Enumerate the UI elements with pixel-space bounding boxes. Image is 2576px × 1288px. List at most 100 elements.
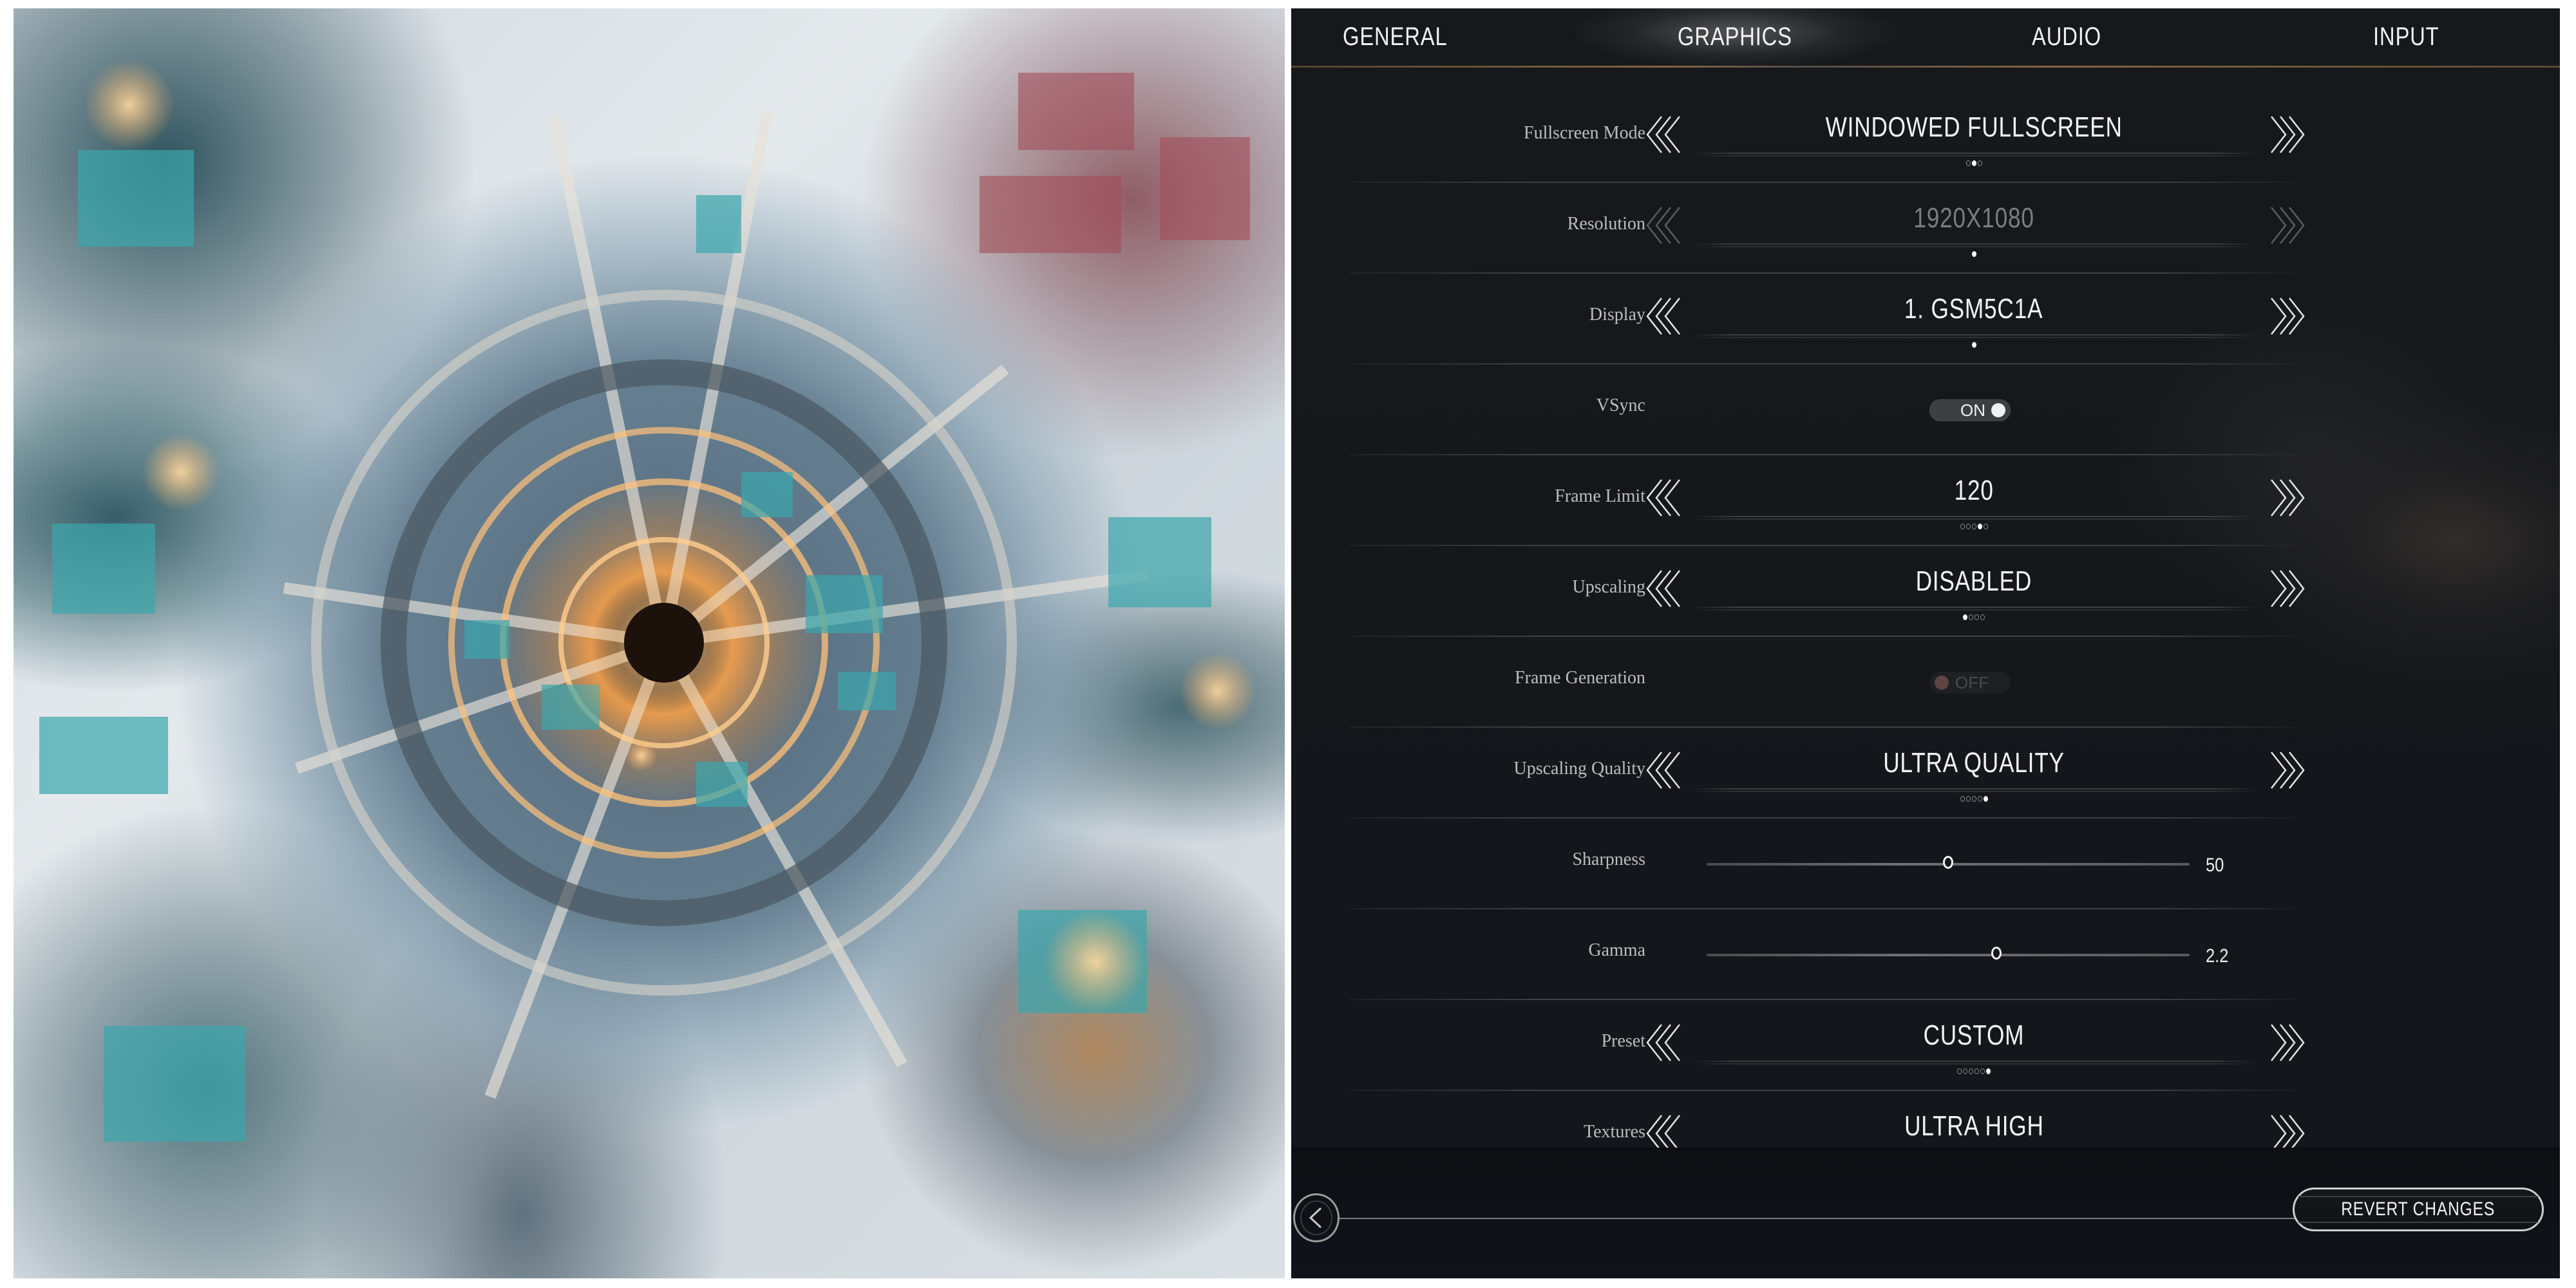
option-dot xyxy=(1960,524,1965,529)
setting-value: 1. GSM5C1A xyxy=(1904,293,2043,325)
toggle-knob xyxy=(1991,403,2005,417)
double-chevron-left-icon[interactable] xyxy=(1642,1114,1687,1148)
setting-row-upscaling-quality: Upscaling Quality ULTRA QUALITY xyxy=(1349,728,2315,819)
setting-value: CUSTOM xyxy=(1923,1019,2025,1051)
setting-value: ULTRA QUALITY xyxy=(1883,747,2065,779)
option-dot xyxy=(1965,524,1971,529)
footer-divider xyxy=(1340,1218,2302,1219)
settings-list[interactable]: Fullscreen Mode WINDOWED FULLSCREEN Reso… xyxy=(1291,92,2560,1148)
value-underline xyxy=(1690,334,2257,338)
back-button[interactable] xyxy=(1293,1193,1340,1242)
slider-value: 50 xyxy=(2206,855,2224,876)
setting-row-frame-limit: Frame Limit 120 xyxy=(1349,455,2315,546)
setting-label: VSync xyxy=(1596,395,1645,415)
setting-row-textures: Textures ULTRA HIGH xyxy=(1349,1091,2315,1148)
settings-footer: REVERT CHANGES xyxy=(1291,1148,2560,1278)
option-dot-selected xyxy=(1986,1068,1991,1074)
setting-label: Resolution xyxy=(1567,214,1645,234)
double-chevron-right-icon[interactable] xyxy=(2264,297,2309,336)
slider-thumb[interactable] xyxy=(1943,856,1953,869)
generator-core xyxy=(624,603,704,683)
value-underline xyxy=(1690,1061,2257,1065)
settings-panel: GENERAL GRAPHICS AUDIO INPUT Fullscreen … xyxy=(1291,8,2560,1278)
double-chevron-right-icon[interactable] xyxy=(2264,115,2309,154)
value-underline xyxy=(1690,153,2257,156)
double-chevron-right-icon[interactable] xyxy=(2264,751,2309,790)
aerial-city-artwork xyxy=(14,8,1285,1278)
setting-label: Frame Generation xyxy=(1515,668,1645,688)
setting-label: Frame Limit xyxy=(1555,486,1645,506)
double-chevron-left-icon[interactable] xyxy=(1642,297,1687,336)
option-dot-selected xyxy=(1977,524,1982,529)
tab-audio[interactable]: AUDIO xyxy=(2032,23,2101,52)
settings-tabs: GENERAL GRAPHICS AUDIO INPUT xyxy=(1291,8,2560,68)
option-dot xyxy=(1965,796,1971,802)
toggle-state-label: ON xyxy=(1960,401,1985,420)
gamma-slider[interactable] xyxy=(1707,947,2190,960)
option-dot xyxy=(1980,1068,1985,1074)
value-underline xyxy=(1690,607,2257,611)
setting-row-resolution: Resolution 1920X1080 xyxy=(1349,183,2315,274)
option-dot-selected xyxy=(1983,796,1988,802)
option-dot xyxy=(1971,796,1976,802)
setting-row-upscaling: Upscaling DISABLED xyxy=(1349,546,2315,637)
setting-label: Textures xyxy=(1583,1122,1645,1142)
setting-label: Display xyxy=(1589,305,1645,325)
option-dot xyxy=(1957,1068,1962,1074)
city-map-illustration xyxy=(39,60,1256,1142)
revert-changes-label: REVERT CHANGES xyxy=(2341,1198,2496,1220)
slider-value: 2.2 xyxy=(2206,945,2229,967)
setting-value: ULTRA HIGH xyxy=(1904,1110,2044,1142)
double-chevron-right-icon xyxy=(2264,206,2309,245)
option-dots xyxy=(1690,524,2257,529)
value-underline xyxy=(1690,516,2257,520)
double-chevron-left-icon[interactable] xyxy=(1642,751,1687,790)
option-dot xyxy=(1963,1068,1967,1074)
value-underline xyxy=(1690,788,2257,792)
sharpness-slider[interactable] xyxy=(1707,856,2190,869)
double-chevron-left-icon[interactable] xyxy=(1642,1023,1687,1062)
option-dots xyxy=(1690,796,2257,802)
double-chevron-right-icon[interactable] xyxy=(2264,569,2309,608)
double-chevron-left-icon[interactable] xyxy=(1642,478,1687,517)
double-chevron-left-icon xyxy=(1642,206,1687,245)
value-underline xyxy=(1690,243,2257,247)
setting-row-gamma: Gamma 2.2 xyxy=(1349,909,2315,1000)
setting-label: Preset xyxy=(1601,1031,1645,1051)
vsync-toggle[interactable]: ON xyxy=(1929,399,2011,421)
option-dot-selected xyxy=(1971,160,1976,166)
frame-generation-toggle: OFF xyxy=(1929,672,2011,694)
option-dot xyxy=(1977,796,1982,802)
tab-input[interactable]: INPUT xyxy=(2373,23,2439,52)
setting-label: Gamma xyxy=(1588,940,1645,960)
option-dot xyxy=(1983,524,1988,529)
option-dot xyxy=(1969,614,1973,620)
double-chevron-left-icon[interactable] xyxy=(1642,569,1687,608)
option-dots xyxy=(1690,1068,2257,1074)
option-dot xyxy=(1977,160,1982,166)
option-dot-selected xyxy=(1971,342,1976,348)
revert-changes-button[interactable]: REVERT CHANGES xyxy=(2293,1188,2544,1231)
option-dots xyxy=(1690,342,2257,348)
option-dot xyxy=(1960,796,1965,802)
toggle-state-label: OFF xyxy=(1955,673,1989,692)
slider-thumb[interactable] xyxy=(1991,947,2002,960)
red-district xyxy=(980,73,1250,253)
option-dot xyxy=(1975,614,1979,620)
double-chevron-right-icon[interactable] xyxy=(2264,1023,2309,1062)
double-chevron-right-icon[interactable] xyxy=(2264,1114,2309,1148)
option-dot xyxy=(1969,1068,1973,1074)
setting-value: WINDOWED FULLSCREEN xyxy=(1825,111,2123,143)
option-dots xyxy=(1690,160,2257,166)
setting-label: Fullscreen Mode xyxy=(1524,123,1645,143)
double-chevron-right-icon[interactable] xyxy=(2264,478,2309,517)
tab-graphics[interactable]: GRAPHICS xyxy=(1678,23,1792,52)
tab-divider xyxy=(1291,66,2560,68)
setting-label: Sharpness xyxy=(1572,849,1645,869)
chevron-left-icon xyxy=(1309,1207,1322,1229)
option-dot-selected xyxy=(1963,614,1967,620)
tab-general[interactable]: GENERAL xyxy=(1343,23,1448,52)
double-chevron-left-icon[interactable] xyxy=(1642,115,1687,154)
toggle-knob xyxy=(1935,676,1949,690)
setting-row-frame-generation: Frame Generation OFF xyxy=(1349,637,2315,728)
